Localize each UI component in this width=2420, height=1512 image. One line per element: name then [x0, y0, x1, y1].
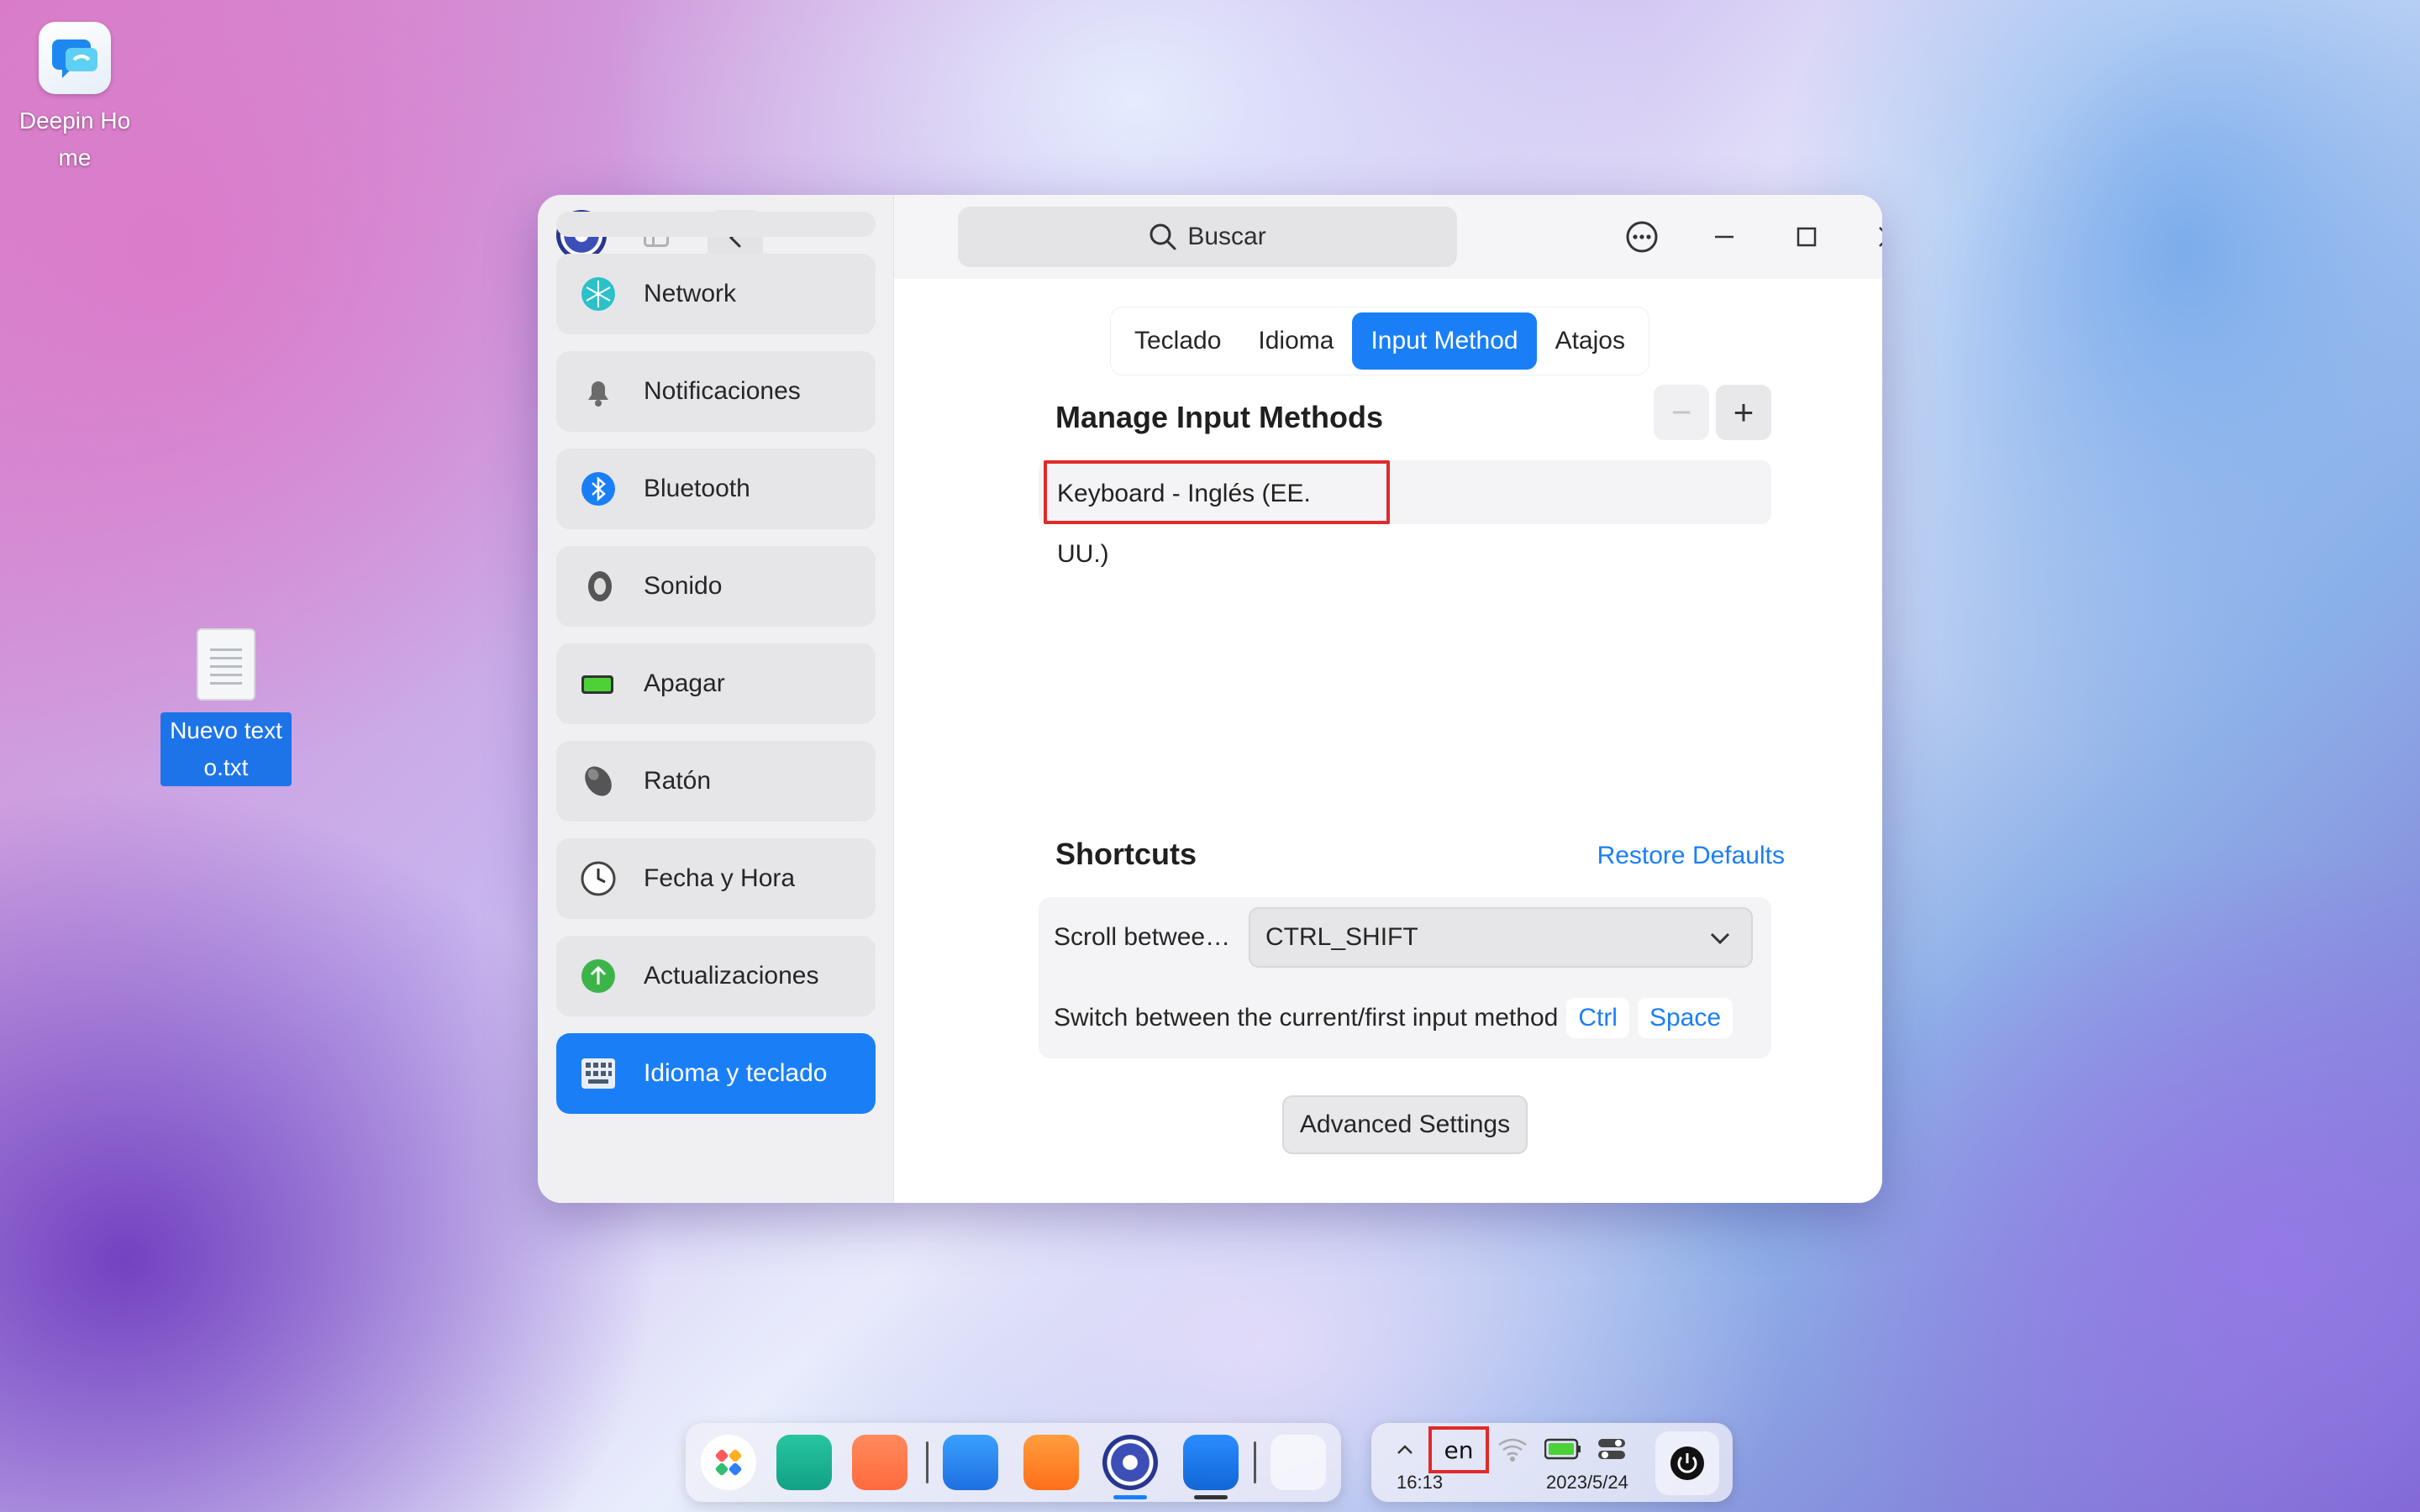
dock	[686, 1423, 1341, 1502]
switch-shortcut-row: Switch between the current/first input m…	[1039, 978, 1771, 1058]
clock-icon	[580, 860, 617, 897]
sidebar: Network Notificaciones Bluetooth Sonido	[538, 195, 894, 1203]
main-panel: Buscar Teclado Idioma Input Method Atajo…	[894, 195, 1882, 1203]
chevron-down-icon	[1710, 932, 1730, 945]
sidebar-item-label: Network	[644, 280, 737, 307]
more-options-icon	[1626, 221, 1658, 253]
scroll-shortcut-row: Scroll betwee… CTRL_SHIFT	[1039, 897, 1771, 978]
shortcut-key-ctrl[interactable]: Ctrl	[1566, 998, 1629, 1038]
sidebar-item-notifications[interactable]: Notificaciones	[556, 351, 876, 432]
running-indicator	[1194, 1495, 1228, 1499]
speaker-icon	[580, 568, 617, 605]
desktop-icon-text-file[interactable]: Nuevo texto.txt	[155, 628, 297, 786]
search-placeholder: Buscar	[1187, 223, 1266, 250]
sidebar-item-partial[interactable]	[556, 212, 876, 237]
sidebar-item-mouse[interactable]: Ratón	[556, 741, 876, 822]
trash-icon[interactable]	[1270, 1435, 1326, 1490]
switch-shortcut-label: Switch between the current/first input m…	[1054, 1004, 1559, 1032]
sidebar-item-label: Fecha y Hora	[644, 864, 796, 892]
desktop-icon-deepin-home[interactable]: Deepin Home	[3, 22, 146, 176]
sidebar-item-label: Actualizaciones	[644, 962, 819, 990]
quick-settings-icon[interactable]	[1597, 1436, 1627, 1462]
search-box[interactable]: Buscar	[958, 207, 1457, 267]
feedback-icon[interactable]	[1183, 1435, 1239, 1490]
sidebar-item-label: Notificaciones	[644, 377, 801, 405]
app-store-bag-icon[interactable]	[1023, 1435, 1079, 1490]
scroll-shortcut-label: Scroll betwee…	[1054, 923, 1231, 951]
sidebar-item-label: Idioma y teclado	[644, 1059, 828, 1087]
launcher-icon[interactable]	[701, 1435, 756, 1490]
sidebar-item-label: Ratón	[644, 767, 712, 795]
search-icon	[1150, 223, 1176, 250]
manage-input-methods-title: Manage Input Methods	[1055, 400, 1383, 434]
clock-date: 2023/5/24	[1546, 1472, 1628, 1493]
restore-defaults-link[interactable]: Restore Defaults	[1597, 842, 1785, 870]
scroll-shortcut-select[interactable]: CTRL_SHIFT	[1249, 907, 1753, 968]
control-center-icon[interactable]	[1102, 1435, 1158, 1490]
menu-button[interactable]	[1618, 213, 1665, 260]
bluetooth-icon	[580, 470, 617, 507]
shortcuts-panel: Scroll betwee… CTRL_SHIFT Switch between…	[1039, 897, 1771, 1058]
bell-icon	[580, 373, 617, 410]
input-method-label: Keyboard - Inglés (EE. UU.)	[1044, 460, 1390, 568]
sidebar-item-language-keyboard[interactable]: Idioma y teclado	[556, 1033, 876, 1114]
maximize-button[interactable]	[1783, 213, 1830, 260]
keyboard-icon	[580, 1055, 617, 1092]
remove-input-method-button[interactable]: −	[1654, 385, 1709, 440]
advanced-settings-button[interactable]: Advanced Settings	[1282, 1095, 1528, 1154]
shortcut-key-space[interactable]: Space	[1637, 998, 1733, 1038]
clock-time: 16:13	[1397, 1472, 1444, 1493]
input-method-list-item[interactable]: Keyboard - Inglés (EE. UU.)	[1039, 460, 1771, 568]
desktop-icon-label: Deepin Home	[18, 108, 131, 171]
minimize-icon	[1715, 235, 1733, 239]
tab-atajos[interactable]: Atajos	[1537, 312, 1644, 370]
tab-teclado[interactable]: Teclado	[1116, 312, 1239, 370]
battery-icon[interactable]	[1544, 1438, 1581, 1460]
sidebar-item-updates[interactable]: Actualizaciones	[556, 936, 876, 1016]
deepin-store-icon[interactable]	[943, 1435, 998, 1490]
multitasking-icon[interactable]	[852, 1435, 908, 1490]
sidebar-nav: Network Notificaciones Bluetooth Sonido	[556, 212, 876, 1131]
power-icon	[1670, 1446, 1704, 1480]
network-icon	[580, 276, 617, 312]
desktop-icon-label: Nuevo texto.txt	[160, 712, 292, 786]
running-indicator	[1113, 1495, 1147, 1499]
dock-separator	[926, 1441, 929, 1483]
close-button[interactable]	[1865, 213, 1882, 260]
titlebar: Buscar	[894, 195, 1882, 279]
wifi-icon[interactable]	[1496, 1436, 1529, 1463]
sidebar-item-power[interactable]: Apagar	[556, 643, 876, 724]
sidebar-item-label: Bluetooth	[644, 475, 750, 502]
tab-bar: Teclado Idioma Input Method Atajos	[1111, 307, 1649, 375]
tab-input-method[interactable]: Input Method	[1352, 312, 1537, 370]
sidebar-item-label: Apagar	[644, 669, 725, 697]
sidebar-item-label: Sonido	[644, 572, 723, 600]
shortcuts-title: Shortcuts	[1055, 837, 1197, 871]
sidebar-item-network[interactable]: Network	[556, 254, 876, 334]
chevron-up-icon[interactable]	[1395, 1441, 1415, 1458]
battery-icon	[580, 665, 617, 702]
text-file-icon	[197, 628, 255, 701]
input-language-indicator[interactable]: en	[1428, 1426, 1489, 1473]
update-arrow-icon	[580, 958, 617, 995]
sidebar-item-bluetooth[interactable]: Bluetooth	[556, 449, 876, 529]
sidebar-item-datetime[interactable]: Fecha y Hora	[556, 838, 876, 919]
maximize-icon	[1797, 227, 1817, 247]
file-manager-icon[interactable]	[776, 1435, 832, 1490]
scroll-shortcut-value: CTRL_SHIFT	[1265, 923, 1418, 951]
dock-separator	[1254, 1441, 1256, 1483]
add-input-method-button[interactable]: +	[1716, 385, 1771, 440]
tab-idioma[interactable]: Idioma	[1239, 312, 1352, 370]
minimize-button[interactable]	[1701, 213, 1748, 260]
power-button[interactable]	[1655, 1431, 1719, 1495]
sidebar-item-sound[interactable]: Sonido	[556, 546, 876, 627]
close-icon	[1879, 227, 1882, 247]
mouse-icon	[580, 763, 617, 800]
control-center-window: Network Notificaciones Bluetooth Sonido	[538, 195, 1882, 1203]
deepin-home-icon	[39, 22, 111, 94]
